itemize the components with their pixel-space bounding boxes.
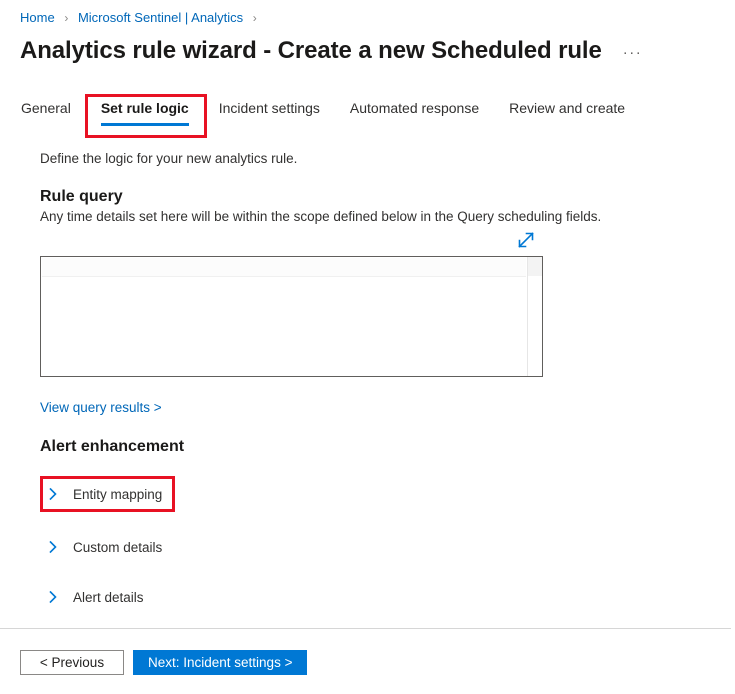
wizard-footer: < Previous Next: Incident settings > — [20, 650, 308, 675]
next-incident-settings-button[interactable]: Next: Incident settings > — [133, 650, 308, 675]
entity-mapping-section-toggle[interactable]: Entity mapping — [40, 477, 162, 511]
wizard-intro-text: Define the logic for your new analytics … — [40, 151, 298, 166]
custom-details-section-toggle[interactable]: Custom details — [40, 530, 162, 564]
view-query-results-link[interactable]: View query results > — [40, 400, 162, 415]
chevron-right-icon — [40, 487, 66, 501]
tab-incident-settings[interactable]: Incident settings — [219, 100, 320, 126]
expand-diagonal-icon[interactable] — [514, 228, 538, 252]
breadcrumb-separator-icon: › — [64, 11, 69, 25]
custom-details-label: Custom details — [73, 539, 163, 555]
breadcrumb-separator-icon: › — [252, 11, 257, 25]
tab-review-and-create[interactable]: Review and create — [509, 100, 625, 126]
chevron-right-icon — [40, 590, 66, 604]
wizard-tablist: General Set rule logic Incident settings… — [21, 100, 655, 126]
breadcrumb-item-home[interactable]: Home — [20, 10, 55, 25]
entity-mapping-label: Entity mapping — [73, 486, 163, 502]
breadcrumb: Home › Microsoft Sentinel | Analytics › — [20, 9, 263, 27]
tab-automated-response[interactable]: Automated response — [350, 100, 479, 126]
alert-details-label: Alert details — [73, 589, 144, 605]
footer-divider — [0, 628, 731, 629]
rule-query-scrollbar-corner — [527, 257, 542, 276]
rule-query-description: Any time details set here will be within… — [40, 209, 602, 224]
previous-button[interactable]: < Previous — [20, 650, 124, 675]
page-header: Analytics rule wizard - Create a new Sch… — [20, 36, 645, 66]
chevron-right-icon — [40, 540, 66, 554]
breadcrumb-item-microsoft-sentinel-analytics[interactable]: Microsoft Sentinel | Analytics — [78, 10, 243, 25]
alert-details-section-toggle[interactable]: Alert details — [40, 580, 144, 614]
alert-enhancement-heading: Alert enhancement — [40, 438, 185, 455]
tab-general[interactable]: General — [21, 100, 71, 126]
rule-query-first-line — [42, 258, 526, 277]
rule-query-heading: Rule query — [40, 188, 123, 205]
tab-set-rule-logic[interactable]: Set rule logic — [100, 100, 189, 126]
more-options-icon[interactable]: ··· — [620, 44, 646, 66]
page-title: Analytics rule wizard - Create a new Sch… — [20, 37, 602, 64]
rule-query-editor[interactable] — [40, 256, 543, 377]
